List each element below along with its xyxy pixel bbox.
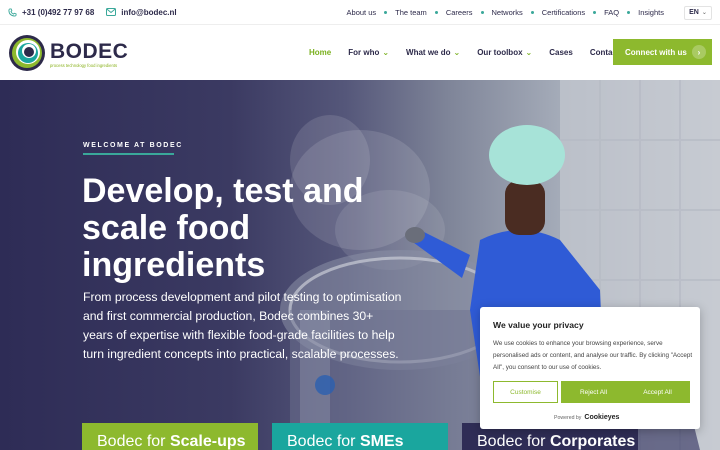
reject-all-button[interactable]: Reject All [561, 381, 626, 403]
separator-dot [593, 11, 597, 14]
cookie-consent-dialog: We value your privacy We use cookies to … [480, 307, 700, 429]
connect-button[interactable]: Connect with us › [613, 39, 712, 65]
chevron-right-icon: › [692, 45, 706, 59]
utility-link-the-team[interactable]: The team [395, 8, 427, 17]
separator-dot [434, 11, 438, 14]
utility-link-certifications[interactable]: Certifications [542, 8, 585, 17]
nav-item-cases[interactable]: Cases [549, 48, 573, 57]
cookieyes-logo: Cookieyes [584, 414, 620, 421]
utility-link-careers[interactable]: Careers [446, 8, 473, 17]
nav-label: What we do [406, 48, 451, 57]
language-selector[interactable]: EN ⌄ [684, 5, 712, 20]
separator-dot [480, 11, 484, 14]
nav-item-for-who[interactable]: For who ⌄ [348, 48, 389, 57]
top-bar: +31 (0)492 77 97 68 info@bodec.nl About … [0, 0, 720, 25]
separator-dot [627, 11, 631, 14]
email-address: info@bodec.nl [121, 7, 177, 17]
hero-title: Develop, test and scale food ingredients [82, 172, 364, 284]
logo-tagline: process technology food ingredients [50, 63, 118, 68]
card-prefix: Bodec for [287, 433, 360, 450]
site-header: BODEC process technology food ingredient… [0, 25, 720, 80]
nav-item-what-we-do[interactable]: What we do ⌄ [406, 48, 460, 57]
utility-nav: About us The team Careers Networks Certi… [347, 0, 720, 25]
chevron-down-icon: ⌄ [382, 48, 390, 57]
phone-link[interactable]: +31 (0)492 77 97 68 [8, 8, 94, 17]
logo-mark-icon [9, 35, 45, 71]
nav-label: Cases [549, 48, 573, 57]
main-nav: Home For who ⌄ What we do ⌄ Our toolbox ⌄ C… [309, 25, 637, 80]
utility-link-insights[interactable]: Insights [638, 8, 664, 17]
brand-logo[interactable]: BODEC process technology food ingredient… [8, 34, 128, 72]
utility-link-faq[interactable]: FAQ [604, 8, 619, 17]
nav-label: Home [309, 48, 332, 57]
nav-item-our-toolbox[interactable]: Our toolbox ⌄ [477, 48, 532, 57]
chevron-down-icon: ⌄ [525, 48, 533, 57]
powered-by-prefix: Powered by [554, 414, 582, 421]
hero-kicker: WELCOME AT BODEC [83, 142, 183, 149]
utility-link-networks[interactable]: Networks [492, 8, 523, 17]
card-scale-ups[interactable]: Bodec for Scale-ups [82, 423, 258, 450]
card-prefix: Bodec for [97, 433, 170, 450]
chevron-down-icon: ⌄ [453, 48, 461, 57]
separator-dot [530, 11, 534, 14]
phone-number: +31 (0)492 77 97 68 [22, 7, 95, 17]
cookie-title: We value your privacy [493, 320, 584, 330]
utility-link-about-us[interactable]: About us [347, 8, 377, 17]
mail-icon [106, 8, 117, 16]
logo-wordmark: BODEC [50, 40, 129, 63]
nav-label: For who [348, 48, 380, 57]
language-code: EN [689, 9, 699, 16]
card-prefix: Bodec for [477, 433, 550, 450]
kicker-underline [83, 153, 174, 155]
accept-all-button[interactable]: Accept All [625, 381, 690, 403]
email-link[interactable]: info@bodec.nl [106, 7, 177, 17]
nav-item-home[interactable]: Home [309, 48, 331, 57]
customise-button[interactable]: Customise [493, 381, 558, 403]
card-strong: SMEs [359, 433, 404, 450]
card-strong: Corporates [549, 433, 636, 450]
phone-icon [8, 7, 17, 17]
separator-dot [384, 11, 388, 14]
cookie-text: We use cookies to enhance your browsing … [493, 340, 693, 371]
connect-button-label: Connect with us [625, 47, 687, 57]
chevron-down-icon: ⌄ [701, 10, 707, 16]
card-strong: Scale-ups [169, 433, 246, 450]
hero-lead: From process development and pilot testi… [83, 290, 402, 361]
nav-label: Our toolbox [477, 48, 523, 57]
card-smes[interactable]: Bodec for SMEs [272, 423, 448, 450]
powered-by[interactable]: Powered by Cookieyes [554, 414, 619, 421]
